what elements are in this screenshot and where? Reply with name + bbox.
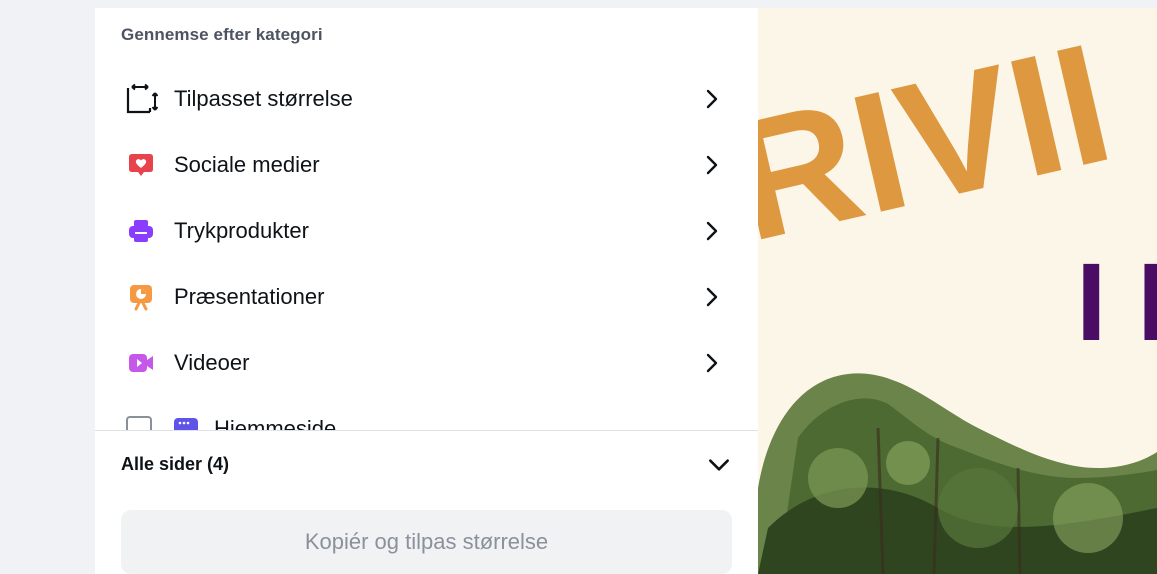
resize-panel: Gennemse efter kategori Tilpasset større… [95, 8, 758, 574]
pages-selector-label: Alle sider (4) [121, 454, 230, 474]
category-print-products[interactable]: Trykprodukter [95, 198, 758, 264]
website-checkbox[interactable] [126, 416, 152, 430]
presentation-icon [124, 280, 158, 314]
category-label: Videoer [174, 350, 250, 375]
chevron-right-icon [706, 287, 718, 307]
category-social-media[interactable]: Sociale medier [95, 132, 758, 198]
printer-icon [124, 214, 158, 248]
category-label: Tilpasset størrelse [174, 86, 353, 111]
copy-and-resize-button[interactable]: Kopiér og tilpas størrelse [121, 510, 732, 574]
category-custom-size[interactable]: Tilpasset størrelse [95, 66, 758, 132]
design-headline: RIVII [758, 8, 1127, 278]
design-preview: RIVII I I [758, 8, 1157, 574]
category-presentations[interactable]: Præsentationer [95, 264, 758, 330]
design-subline: I I [1076, 241, 1157, 364]
category-label: Sociale medier [174, 152, 320, 177]
video-camera-icon [124, 346, 158, 380]
chevron-right-icon [706, 89, 718, 109]
category-label: Trykprodukter [174, 218, 309, 243]
heart-chat-icon [124, 148, 158, 182]
left-gutter [0, 0, 95, 574]
chevron-right-icon [706, 155, 718, 175]
design-canvas[interactable]: RIVII I I [758, 8, 1157, 574]
category-list: Tilpasset størrelse Sociale medier Trykp… [95, 64, 758, 430]
chevron-right-icon [706, 353, 718, 373]
category-videos[interactable]: Videoer [95, 330, 758, 396]
pages-selector[interactable]: Alle sider (4) [95, 433, 758, 495]
category-label: Præsentationer [174, 284, 325, 309]
chevron-down-icon [709, 459, 729, 471]
section-title: Gennemse efter kategori [121, 25, 323, 44]
category-label: Hjemmeside [214, 416, 337, 430]
website-icon [169, 412, 203, 430]
custom-size-icon [124, 82, 158, 116]
category-website[interactable]: Hjemmeside [95, 396, 758, 430]
chevron-right-icon [706, 221, 718, 241]
divider [95, 430, 758, 431]
